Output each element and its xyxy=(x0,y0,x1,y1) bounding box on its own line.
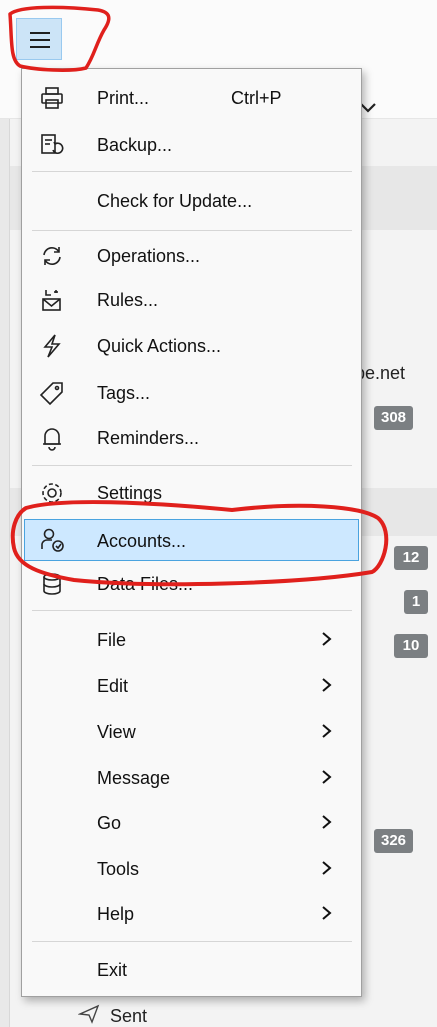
account-email: pe.net xyxy=(355,363,406,383)
left-strip xyxy=(0,119,10,1027)
menu-item-label: Go xyxy=(97,813,122,833)
menu-item-check-update[interactable]: Check for Update... xyxy=(24,182,359,220)
chevron-right-icon xyxy=(320,810,334,834)
menu-item-backup[interactable]: Backup... xyxy=(24,126,359,164)
menu-item-reminders[interactable]: Reminders... xyxy=(24,419,359,457)
menu-separator xyxy=(32,230,352,231)
accounts-icon xyxy=(39,527,65,553)
menu-item-data-files[interactable]: Data Files... xyxy=(24,565,359,603)
send-icon xyxy=(77,1004,100,1027)
menu-item-label: File xyxy=(97,630,127,650)
menu-item-settings[interactable]: Settings xyxy=(24,474,359,512)
printer-icon xyxy=(39,85,65,111)
lightning-icon xyxy=(39,333,65,359)
menu-item-label: Reminders... xyxy=(97,428,200,448)
menu-item-label: Quick Actions... xyxy=(97,336,222,356)
menu-item-label: Rules... xyxy=(97,290,159,310)
sync-icon xyxy=(39,243,65,269)
menu-item-label: Edit xyxy=(97,676,129,696)
menu-item-label: Message xyxy=(97,768,171,788)
menu-item-label: Tags... xyxy=(97,383,151,403)
menu-item-rules[interactable]: Rules... xyxy=(24,281,359,319)
chevron-right-icon xyxy=(320,765,334,789)
database-icon xyxy=(39,571,65,597)
unread-count-badge: 326 xyxy=(374,829,414,853)
menu-item-file[interactable]: File xyxy=(24,621,359,659)
menu-item-help[interactable]: Help xyxy=(24,895,359,933)
unread-count-badge: 308 xyxy=(374,406,414,430)
menu-item-label: Data Files... xyxy=(97,574,194,594)
chevron-right-icon xyxy=(320,901,334,925)
menu-item-label: Exit xyxy=(97,960,128,980)
menu-item-tags[interactable]: Tags... xyxy=(24,374,359,412)
menu-item-view[interactable]: View xyxy=(24,713,359,751)
chevron-right-icon xyxy=(320,856,334,880)
menu-separator xyxy=(32,171,352,172)
menu-item-exit[interactable]: Exit xyxy=(24,951,359,989)
chevron-right-icon xyxy=(320,673,334,697)
keyboard-shortcut: Ctrl+P xyxy=(231,88,282,108)
chevron-right-icon xyxy=(320,627,334,651)
menu-item-label: Tools xyxy=(97,859,140,879)
menu-item-quick-actions[interactable]: Quick Actions... xyxy=(24,327,359,365)
menu-item-label: Help xyxy=(97,904,135,924)
menu-item-message[interactable]: Message xyxy=(24,759,359,797)
folder-label: Sent xyxy=(110,1005,148,1026)
menu-item-label: Accounts... xyxy=(97,531,187,551)
bell-icon xyxy=(39,425,65,451)
menu-item-label: Operations... xyxy=(97,246,201,266)
menu-item-tools[interactable]: Tools xyxy=(24,850,359,888)
unread-count-badge: 10 xyxy=(394,634,428,658)
unread-count-badge: 1 xyxy=(404,590,428,614)
menu-item-go[interactable]: Go xyxy=(24,804,359,842)
folder-sent[interactable]: Sent xyxy=(77,1004,148,1027)
menu-item-label: Check for Update... xyxy=(97,191,253,211)
menu-item-label: Backup... xyxy=(97,135,173,155)
menu-item-label: Settings xyxy=(97,483,163,503)
gear-icon xyxy=(39,480,65,506)
menu-item-accounts[interactable]: Accounts... xyxy=(24,519,359,561)
backup-icon xyxy=(39,132,65,158)
rules-icon xyxy=(39,287,65,313)
menu-separator xyxy=(32,465,352,466)
menu-item-label: Print... xyxy=(97,88,150,108)
chevron-right-icon xyxy=(320,719,334,743)
menu-separator xyxy=(32,941,352,942)
main-menu: Print... Ctrl+P Backup... Check for Upda… xyxy=(21,68,362,997)
menu-separator xyxy=(32,610,352,611)
menu-item-edit[interactable]: Edit xyxy=(24,667,359,705)
unread-count-badge: 12 xyxy=(394,546,428,570)
tag-icon xyxy=(39,380,65,406)
main-menu-button[interactable] xyxy=(16,18,62,60)
menu-item-print[interactable]: Print... Ctrl+P xyxy=(24,79,359,117)
menu-item-operations[interactable]: Operations... xyxy=(24,237,359,275)
menu-item-label: View xyxy=(97,722,136,742)
